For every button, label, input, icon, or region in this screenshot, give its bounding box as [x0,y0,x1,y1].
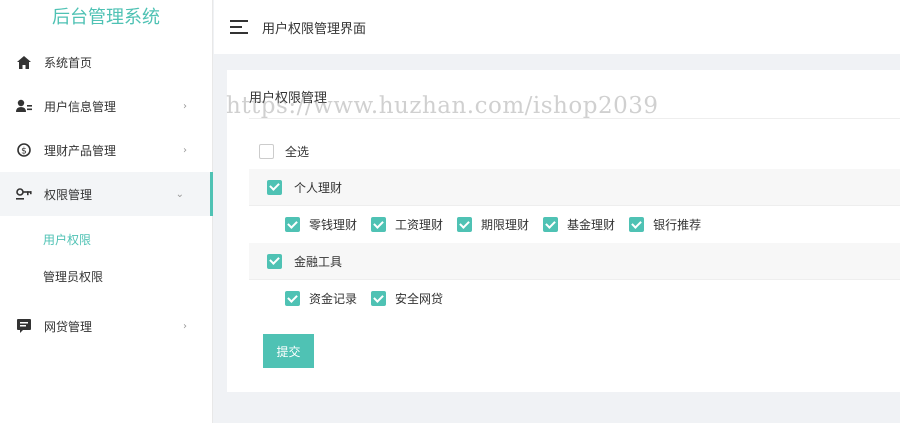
loan-icon [16,318,32,334]
divider [249,118,900,119]
permission-item: 资金记录 [285,290,357,307]
divider [249,279,900,280]
permission-label: 安全网贷 [395,292,444,306]
group-row-personal-finance: 个人理财 [249,169,900,205]
group-label: 金融工具 [294,254,343,269]
finance-product-icon: $ [16,142,32,158]
chevron-right-icon: › [183,144,187,156]
chevron-right-icon: › [183,320,187,332]
permission-item: 期限理财 [457,216,529,233]
sidebar-item-label: 用户信息管理 [44,99,117,114]
sidebar-item-finance-products[interactable]: $ 理财产品管理 › [0,128,213,172]
sidebar-item-label: 理财产品管理 [44,143,117,158]
chevron-down-icon: ⌄ [175,188,184,200]
divider [249,205,900,206]
sidebar-item-label: 系统首页 [44,55,93,70]
sidebar-item-user-info[interactable]: 用户信息管理 › [0,84,213,128]
page-title: 用户权限管理界面 [262,21,367,37]
sidebar-item-loans[interactable]: 网贷管理 › [0,304,213,348]
permission-items-financial-tools: 资金记录 安全网贷 [285,290,457,307]
card-title: 用户权限管理 [249,91,328,106]
permission-checkbox[interactable] [371,291,387,306]
menu-toggle-icon[interactable] [230,20,248,34]
sidebar-subitem-admin-permissions[interactable]: 管理员权限 [0,259,213,295]
permission-label: 期限理财 [481,218,530,232]
permission-item: 工资理财 [371,216,443,233]
group-checkbox-personal-finance[interactable] [267,179,282,195]
sidebar-item-label: 网贷管理 [44,319,93,334]
chevron-right-icon: › [183,100,187,112]
group-checkbox-financial-tools[interactable] [267,253,282,269]
sidebar-item-permissions[interactable]: 权限管理 ⌄ [0,172,213,216]
top-header: 用户权限管理界面 [214,0,900,54]
permission-item: 安全网贷 [371,290,443,307]
app-logo-title: 后台管理系统 [52,7,160,28]
permission-card: 用户权限管理 全选 个人理财 零钱理财 工资理财 期限理财 基金理财 银行推荐 [227,70,900,392]
permission-items-personal-finance: 零钱理财 工资理财 期限理财 基金理财 银行推荐 [285,216,715,233]
permission-label: 工资理财 [395,218,444,232]
sidebar: 后台管理系统 系统首页 用户信息管理 › $ 理财产品管理 › 权限管理 ⌄ 用… [0,0,213,423]
sidebar-item-label: 权限管理 [44,187,93,202]
select-all-label: 全选 [285,145,310,159]
key-icon [16,186,32,202]
svg-text:$: $ [21,147,27,157]
home-icon [16,54,32,70]
select-all-checkbox[interactable] [259,144,274,159]
permission-checkbox[interactable] [371,217,387,232]
permission-checkbox[interactable] [285,217,300,232]
permission-checkbox[interactable] [629,217,645,232]
permission-label: 银行推荐 [653,218,702,232]
sidebar-item-home[interactable]: 系统首页 [0,40,213,84]
permission-label: 基金理财 [567,218,616,232]
permission-checkbox[interactable] [285,291,300,306]
permission-checkbox[interactable] [543,217,559,232]
group-label: 个人理财 [294,180,343,195]
sidebar-subitem-user-permissions[interactable]: 用户权限 [0,222,213,258]
select-all-row: 全选 [259,143,309,160]
permission-item: 零钱理财 [285,216,357,233]
permission-label: 资金记录 [309,292,358,306]
permission-item: 银行推荐 [629,216,701,233]
submit-button[interactable]: 提交 [263,334,314,368]
permission-item: 基金理财 [543,216,615,233]
permission-checkbox[interactable] [457,217,473,232]
permission-label: 零钱理财 [309,218,358,232]
group-row-financial-tools: 金融工具 [249,243,900,279]
user-manage-icon [16,98,32,114]
